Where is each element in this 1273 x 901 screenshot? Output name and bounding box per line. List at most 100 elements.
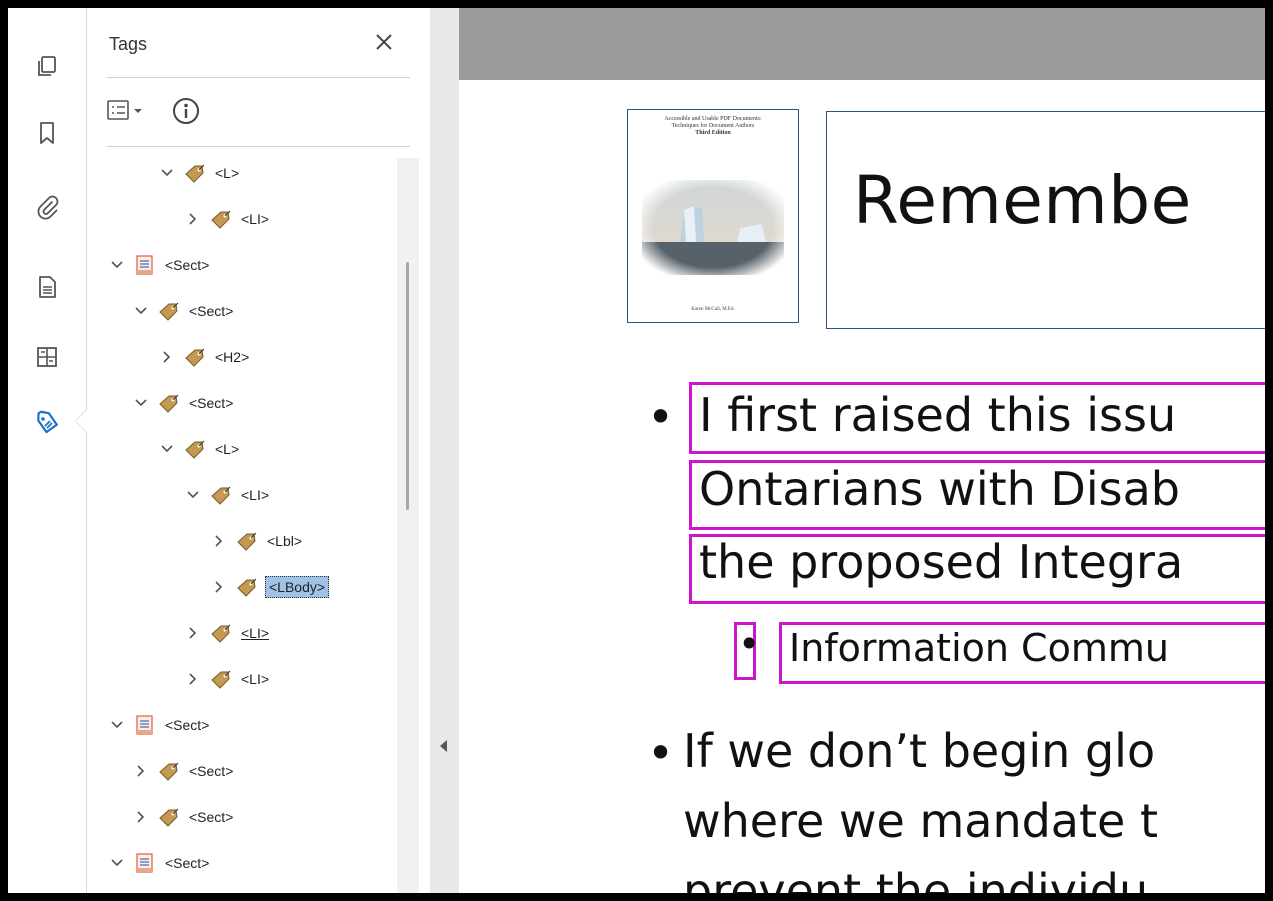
- tag-icon: [157, 299, 181, 323]
- tag-label[interactable]: <L>: [213, 164, 241, 182]
- chevron-right-icon[interactable]: [133, 763, 149, 779]
- tag-tree-node[interactable]: <Sect>: [133, 388, 235, 418]
- tag-tree-node[interactable]: <LBody>: [211, 572, 330, 602]
- chevron-down-icon[interactable]: [109, 717, 125, 733]
- tag-icon: [183, 161, 207, 185]
- tag-icon: [157, 805, 181, 829]
- chevron-down-icon[interactable]: [159, 165, 175, 181]
- tag-tree-node[interactable]: <Sect>: [133, 802, 235, 832]
- chevron-right-icon[interactable]: [185, 211, 201, 227]
- divider: [107, 77, 410, 78]
- chevron-right-icon[interactable]: [185, 625, 201, 641]
- chevron-down-icon[interactable]: [159, 441, 175, 457]
- bullet-text: the proposed Integra: [699, 535, 1184, 589]
- chevron-down-icon[interactable]: [109, 257, 125, 273]
- tag-label[interactable]: <Sect>: [187, 808, 235, 826]
- book-cover-title: Accessible and Usable PDF Documents: Tec…: [634, 116, 792, 137]
- page-tag-icon: [133, 713, 157, 737]
- document-properties-icon[interactable]: [34, 274, 60, 300]
- slide-title-box: Remembe: [826, 111, 1265, 329]
- tag-icon: [209, 621, 233, 645]
- scrollbar-thumb[interactable]: [406, 262, 409, 510]
- tag-tree-node[interactable]: <LI>: [185, 204, 271, 234]
- close-icon[interactable]: [372, 30, 396, 54]
- tag-label[interactable]: <Sect>: [187, 394, 235, 412]
- chevron-down-icon[interactable]: [133, 303, 149, 319]
- tag-icon: [235, 575, 259, 599]
- book-title-line: Third Edition: [695, 130, 731, 136]
- acrobat-window: Tags <L> <LI> <Sect> <Sect> <H2> <Sect> <L> <LI…: [8, 8, 1265, 893]
- chevron-down-icon[interactable]: [109, 855, 125, 871]
- tag-icon: [209, 667, 233, 691]
- tags-icon[interactable]: [34, 410, 60, 436]
- tag-tree-node[interactable]: <L>: [159, 158, 241, 188]
- tag-label[interactable]: <Sect>: [187, 302, 235, 320]
- book-author: Karen McCall, M.Ed.: [691, 307, 735, 312]
- tag-tree-node[interactable]: <Sect>: [133, 296, 235, 326]
- attachment-icon[interactable]: [34, 194, 60, 220]
- chevron-down-icon[interactable]: [133, 395, 149, 411]
- sub-bullet-marker: •: [738, 622, 761, 666]
- tag-tree-node[interactable]: <Sect>: [109, 848, 211, 878]
- pages-icon[interactable]: [34, 54, 60, 80]
- tag-label[interactable]: <LI>: [239, 486, 271, 504]
- bullet-text: I first raised this issu: [699, 388, 1177, 442]
- divider: [107, 146, 410, 147]
- bullet-marker: •: [647, 390, 675, 444]
- tag-tree-node[interactable]: <Sect>: [133, 756, 235, 786]
- tag-label[interactable]: <LI>: [239, 624, 271, 642]
- page-tag-icon: [133, 851, 157, 875]
- tag-label[interactable]: <LI>: [239, 210, 271, 228]
- tag-label[interactable]: <Sect>: [163, 716, 211, 734]
- tag-label[interactable]: <Lbl>: [265, 532, 304, 550]
- tag-tree-node[interactable]: <H2>: [159, 342, 251, 372]
- tag-label[interactable]: <Sect>: [187, 762, 235, 780]
- chevron-right-icon[interactable]: [211, 579, 227, 595]
- content-icon[interactable]: [34, 344, 60, 370]
- info-icon[interactable]: [171, 96, 201, 126]
- tag-label[interactable]: <Sect>: [163, 256, 211, 274]
- tag-label[interactable]: <H2>: [213, 348, 251, 366]
- bullet-marker: •: [647, 726, 675, 780]
- document-view: Accessible and Usable PDF Documents: Tec…: [459, 8, 1265, 893]
- bookmark-icon[interactable]: [34, 120, 60, 146]
- chevron-right-icon[interactable]: [159, 349, 175, 365]
- active-indicator-fill: [76, 410, 87, 432]
- tag-icon: [235, 529, 259, 553]
- slide-title: Remembe: [853, 162, 1192, 239]
- tag-icon: [157, 391, 181, 415]
- book-cover-image: Accessible and Usable PDF Documents: Tec…: [627, 109, 799, 323]
- tag-icon: [183, 437, 207, 461]
- tag-label[interactable]: <LI>: [239, 670, 271, 688]
- chevron-right-icon[interactable]: [185, 671, 201, 687]
- tag-label[interactable]: <LBody>: [265, 576, 330, 598]
- tag-icon: [183, 345, 207, 369]
- tag-tree-node[interactable]: <Sect>: [109, 250, 211, 280]
- chevron-right-icon[interactable]: [133, 809, 149, 825]
- bullet-text: Information Commu: [789, 626, 1169, 670]
- navigation-rail: [8, 8, 87, 893]
- tag-icon: [157, 759, 181, 783]
- tag-options-icon[interactable]: [107, 98, 155, 124]
- panel-splitter[interactable]: [430, 8, 459, 893]
- tag-icon: [209, 483, 233, 507]
- tag-tree-node[interactable]: <LI>: [185, 664, 271, 694]
- scrollbar[interactable]: [397, 158, 419, 893]
- tag-tree-node[interactable]: <Lbl>: [211, 526, 304, 556]
- collapse-panel-icon[interactable]: [440, 740, 447, 752]
- chevron-down-icon[interactable]: [185, 487, 201, 503]
- iceberg-photo: [642, 180, 784, 275]
- panel-title: Tags: [109, 34, 148, 54]
- tag-tree-node[interactable]: <L>: [159, 434, 241, 464]
- book-title-line: Techniques for Document Authors: [671, 123, 755, 129]
- chevron-right-icon[interactable]: [211, 533, 227, 549]
- tag-label[interactable]: <L>: [213, 440, 241, 458]
- tag-tree-node[interactable]: <LI>: [185, 618, 271, 648]
- tags-panel: Tags <L> <LI> <Sect> <Sect> <H2> <Sect> <L> <LI…: [87, 8, 430, 893]
- tag-tree-node[interactable]: <Sect>: [109, 710, 211, 740]
- book-title-line: Accessible and Usable PDF Documents:: [664, 116, 762, 122]
- panel-toolbar: [107, 96, 247, 126]
- tag-label[interactable]: <Sect>: [163, 854, 211, 872]
- tag-tree: <L> <LI> <Sect> <Sect> <H2> <Sect> <L> <LI> <Lbl…: [87, 158, 397, 893]
- tag-tree-node[interactable]: <LI>: [185, 480, 271, 510]
